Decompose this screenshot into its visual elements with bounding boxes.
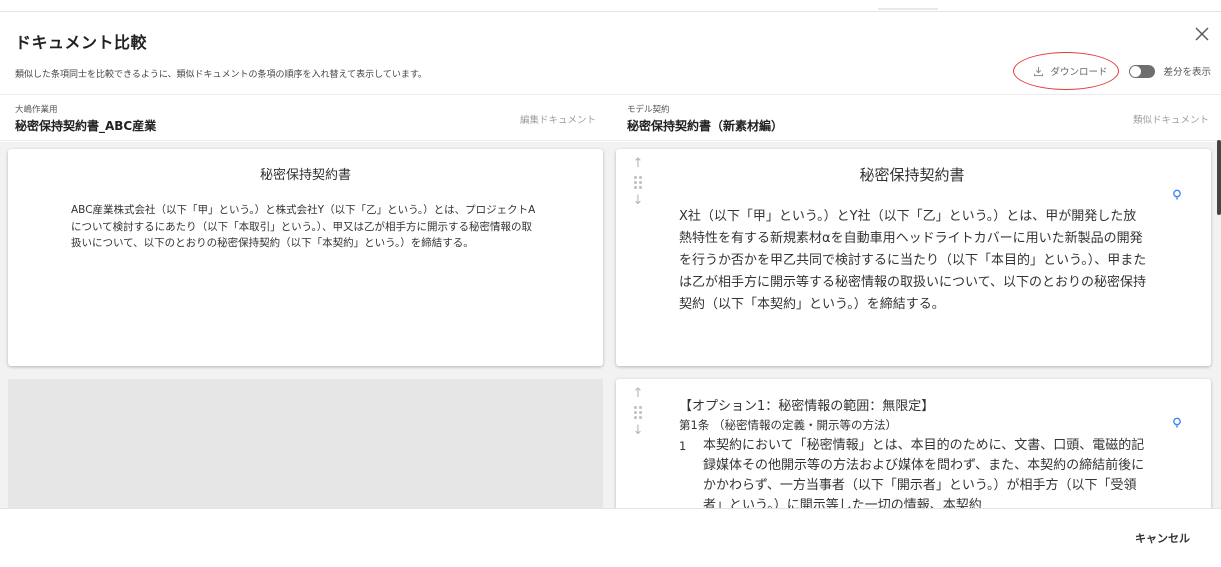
arrow-down-icon[interactable]: ↓ xyxy=(630,424,646,438)
right-clause-card: ↑ ↓ 秘密保持契約書 X社（以下「甲」という。）とY社（以下「乙」という。）と… xyxy=(616,149,1211,366)
right-doc-header: モデル契約 秘密保持契約書（新素材編） 類似ドキュメント xyxy=(612,94,1221,141)
right-clause-title: 秘密保持契約書 xyxy=(859,166,965,184)
arrow-down-icon[interactable]: ↓ xyxy=(630,194,646,208)
drag-handle-icon[interactable] xyxy=(634,176,642,189)
right-doc-name: 秘密保持契約書（新素材編） xyxy=(627,119,784,133)
left-clause-card: 秘密保持契約書 ABC産業株式会社（以下「甲」という。）と株式会社Y（以下「乙」… xyxy=(8,149,603,366)
right-clause-body: X社（以下「甲」という。）とY社（以下「乙」という。）とは、甲が開発した放熱特性… xyxy=(679,209,1147,312)
left-empty-slot xyxy=(8,379,603,508)
lightbulb-icon[interactable] xyxy=(1172,189,1182,201)
lightbulb-icon[interactable] xyxy=(1172,417,1182,429)
clause-paragraph: 1 本契約において「秘密情報」とは、本目的のために、文書、口頭、電磁的記録媒体そ… xyxy=(679,436,1149,508)
left-doc-tag: 編集ドキュメント xyxy=(519,115,596,126)
right-doc-tag: 類似ドキュメント xyxy=(1132,115,1209,126)
reorder-handle[interactable]: ↑ ↓ xyxy=(630,157,646,208)
diff-toggle[interactable] xyxy=(1129,64,1156,78)
toggle-knob xyxy=(1130,65,1142,77)
close-icon[interactable] xyxy=(1192,24,1212,44)
dialog-footer: キャンセル xyxy=(0,508,1221,567)
comparison-area[interactable]: 秘密保持契約書 ABC産業株式会社（以下「甲」という。）と株式会社Y（以下「乙」… xyxy=(0,142,1221,508)
scrollbar-thumb[interactable] xyxy=(1217,140,1221,215)
dialog-title: ドキュメント比較 xyxy=(15,33,148,52)
left-clause-body: ABC産業株式会社（以下「甲」という。）と株式会社Y（以下「乙」という。）とは、… xyxy=(71,204,536,249)
top-tab-marker xyxy=(878,8,938,10)
right-clause-card: ↑ ↓ 【オプション1：秘密情報の範囲：無限定】 第1条 （秘密情報の定義・開示… xyxy=(616,379,1211,508)
download-button[interactable]: ダウンロード xyxy=(1013,52,1120,90)
paragraph-text: 本契約において「秘密情報」とは、本目的のために、文書、口頭、電磁的記録媒体その他… xyxy=(703,438,1145,508)
download-icon xyxy=(1034,66,1044,76)
left-doc-header: 大嶋作業用 秘密保持契約書_ABC産業 編集ドキュメント xyxy=(0,94,612,141)
clause-option-heading: 【オプション1：秘密情報の範囲：無限定】 xyxy=(679,399,935,414)
top-strip xyxy=(0,0,1221,11)
clause-article-heading: 第1条 （秘密情報の定義・開示等の方法） xyxy=(679,418,897,432)
left-doc-small-label: 大嶋作業用 xyxy=(15,105,58,115)
compare-dialog: ドキュメント比較 類似した条項同士を比較できるように、類似ドキュメントの条項の順… xyxy=(0,11,1221,567)
header-actions: ダウンロード 差分を表示 xyxy=(1013,52,1211,90)
left-clause-title: 秘密保持契約書 xyxy=(259,168,351,183)
download-label: ダウンロード xyxy=(1050,67,1108,78)
reorder-handle[interactable]: ↑ ↓ xyxy=(630,387,646,438)
arrow-up-icon[interactable]: ↑ xyxy=(630,387,646,401)
cancel-button[interactable]: キャンセル xyxy=(1135,530,1190,546)
diff-toggle-label: 差分を表示 xyxy=(1163,67,1211,78)
left-doc-name: 秘密保持契約書_ABC産業 xyxy=(15,119,157,133)
dialog-description: 類似した条項同士を比較できるように、類似ドキュメントの条項の順序を入れ替えて表示… xyxy=(15,70,427,80)
drag-handle-icon[interactable] xyxy=(634,406,642,419)
arrow-up-icon[interactable]: ↑ xyxy=(630,157,646,171)
right-doc-small-label: モデル契約 xyxy=(627,105,670,115)
paragraph-number: 1 xyxy=(679,439,687,453)
